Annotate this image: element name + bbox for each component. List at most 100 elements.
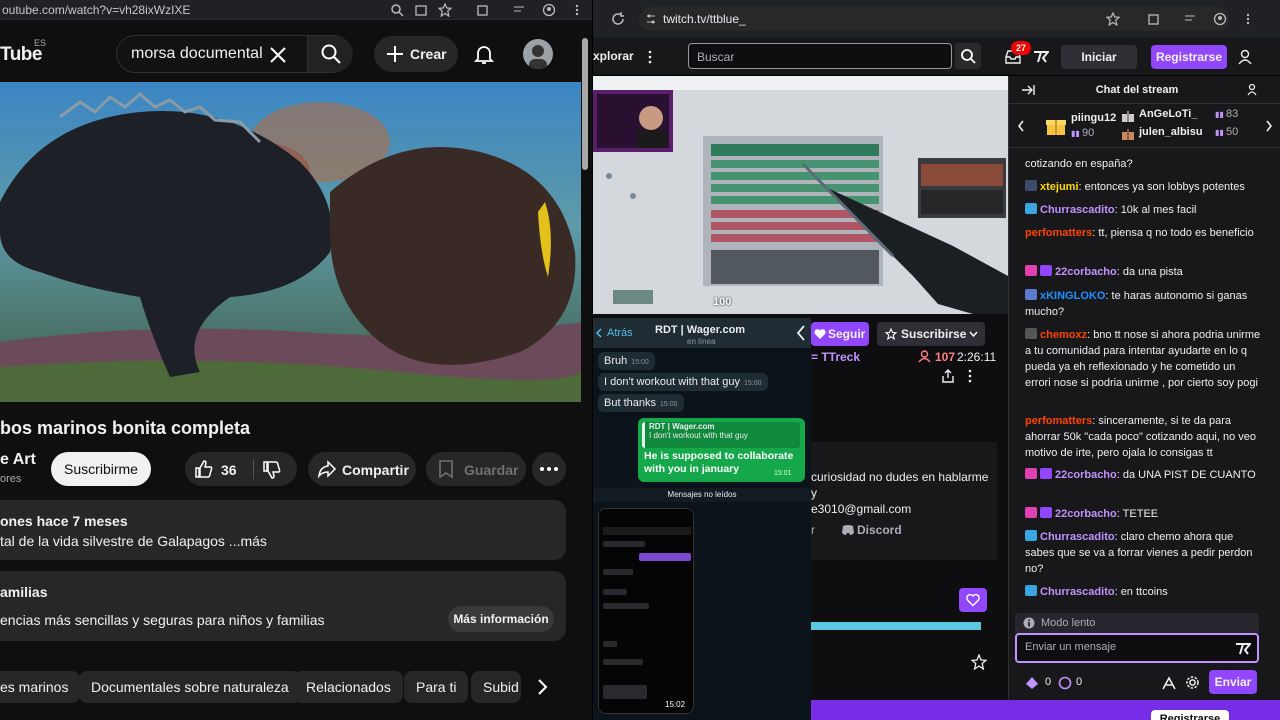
chat-username[interactable]: chemoxz [1040,329,1087,341]
chat-username[interactable]: 22corbacho [1055,266,1117,278]
chat-username[interactable]: Churrascadito [1040,586,1115,598]
chevron-right-icon[interactable] [1265,120,1273,132]
tw-address-bar[interactable]: twitch.tv/ttblue_ [639,7,1229,31]
yt-scrollbar[interactable] [582,38,588,170]
community-icon[interactable] [1247,83,1261,97]
gifter-name[interactable]: piingu12 [1071,112,1116,124]
emote-icon[interactable] [1161,676,1177,690]
chip-subidos[interactable]: Subid [471,671,521,703]
follow-button[interactable]: Seguir [811,322,869,346]
chat-message: Churrascadito: 10k al mes facil [1025,202,1261,218]
chat-badge-icon [1025,203,1037,214]
viewer-count: 107 [935,350,956,364]
stream-player[interactable]: 100 [593,76,1008,314]
game-link[interactable]: = TTreck [811,350,860,364]
more-vert-icon[interactable] [570,3,584,17]
yt-search-input[interactable]: morsa documental [131,45,263,63]
tw-search-input[interactable]: Buscar [688,43,952,69]
save-button[interactable]: Guardar [426,452,526,486]
chip-documentales[interactable]: Documentales sobre naturaleza [79,671,301,703]
chat-badge-icon [1025,530,1037,541]
media-icon[interactable] [512,3,526,17]
wa-message-time: 15:00 [744,380,762,387]
wa-contact-name[interactable]: RDT | Wager.com [655,324,745,336]
yt-search-box[interactable]: morsa documental [116,35,353,73]
signup-banner-button[interactable]: Registrarse [1151,710,1229,720]
more-vert-icon[interactable] [967,369,973,383]
profile-icon[interactable] [542,3,556,17]
bits-icon[interactable] [1025,676,1039,690]
profile-icon[interactable] [1213,12,1227,26]
video-player[interactable] [0,82,581,402]
dislike-button[interactable] [257,452,297,486]
extensions-icon[interactable] [476,3,490,17]
turbo-icon[interactable] [1235,642,1251,656]
gifter-name[interactable]: julen_albisu [1139,126,1203,138]
share-button[interactable]: Compartir [308,452,416,486]
install-icon[interactable] [414,3,428,17]
chat-username[interactable]: xKINGLOKO [1040,290,1105,302]
chat-username[interactable]: xtejumi [1040,181,1079,193]
create-button[interactable]: Crear [374,36,458,72]
send-button[interactable]: Enviar [1209,670,1257,694]
discord-link[interactable]: Discord [857,523,902,537]
star-icon[interactable] [971,654,987,670]
more-vert-icon[interactable] [647,50,653,64]
channel-name[interactable]: e Art [0,451,36,469]
chat-badge-icon [1025,265,1037,276]
chip-marinos[interactable]: es marinos [0,671,81,703]
chip-para-ti[interactable]: Para ti [404,671,469,703]
bookmark-star-icon[interactable] [1106,12,1120,26]
close-icon[interactable] [267,44,289,66]
chat-username[interactable]: 22corbacho [1055,508,1117,520]
share-icon[interactable] [941,369,955,383]
chat-username[interactable]: perfomatters [1025,415,1092,427]
chat-username[interactable]: 22corbacho [1055,469,1117,481]
zoom-icon[interactable] [390,3,404,17]
wa-message-text: But thanks [604,397,656,409]
chevron-left-icon[interactable] [1017,120,1025,132]
chevron-right-icon[interactable] [532,677,552,697]
social-link-partial[interactable]: r [811,523,815,537]
gear-icon[interactable] [1185,675,1200,690]
yt-search-button[interactable] [307,36,353,72]
chat-username[interactable]: Churrascadito [1040,531,1115,543]
register-button[interactable]: Registrarse [1151,45,1227,69]
chat-message-text: : en ttcoins [1114,586,1168,598]
user-icon[interactable] [1237,49,1253,65]
turbo-icon[interactable] [1033,50,1049,64]
wa-reply-bubble: RDT | Wager.com I don't workout with tha… [638,418,805,482]
more-info-button[interactable]: Más información [448,606,554,632]
wa-quote-text: I don't workout with that guy [649,431,748,440]
more-actions-button[interactable] [532,452,566,486]
site-info-icon[interactable] [645,13,657,25]
chip-relacionados[interactable]: Relacionados [294,671,403,703]
wa-phone-screenshot[interactable] [598,508,694,714]
login-button[interactable]: Iniciar sesión [1061,45,1137,88]
explore-link[interactable]: xplorar [593,49,634,63]
heart-action-button[interactable] [959,588,987,612]
channel-points-icon[interactable] [1058,676,1072,690]
wa-back-button[interactable]: Atrás [607,327,633,339]
extensions-icon[interactable] [1147,12,1161,26]
tw-search-button[interactable] [955,43,981,69]
reload-icon[interactable] [611,12,625,26]
bookmark-star-icon[interactable] [438,3,452,17]
avatar[interactable] [523,39,553,69]
media-icon[interactable] [1183,12,1197,26]
tw-subscribe-button[interactable]: Suscribirse [877,322,985,346]
info-panel-title: amilias [0,584,48,600]
yt-address-bar[interactable]: outube.com/watch?v=vh28ixWzIXE [0,0,592,20]
like-button[interactable]: 36 [185,452,255,486]
chat-input[interactable]: Enviar un mensaje [1015,633,1259,663]
chat-message: Churrascadito: en ttcoins [1025,584,1261,600]
whatsapp-overlay: Atrás RDT | Wager.com en línea Bruh 15:00… [593,318,811,720]
chat-username[interactable]: perfomatters [1025,227,1092,239]
description-box[interactable]: ones hace 7 meses tal de la vida silvest… [0,500,566,560]
more-vert-icon[interactable] [1241,12,1255,26]
subscribe-button[interactable]: Suscribirme [51,452,151,486]
chat-username[interactable]: Churrascadito [1040,204,1115,216]
gifter-name[interactable]: AnGeLoTi_ [1139,108,1197,120]
chevron-left-icon[interactable] [793,324,809,342]
bell-icon[interactable] [472,42,496,66]
